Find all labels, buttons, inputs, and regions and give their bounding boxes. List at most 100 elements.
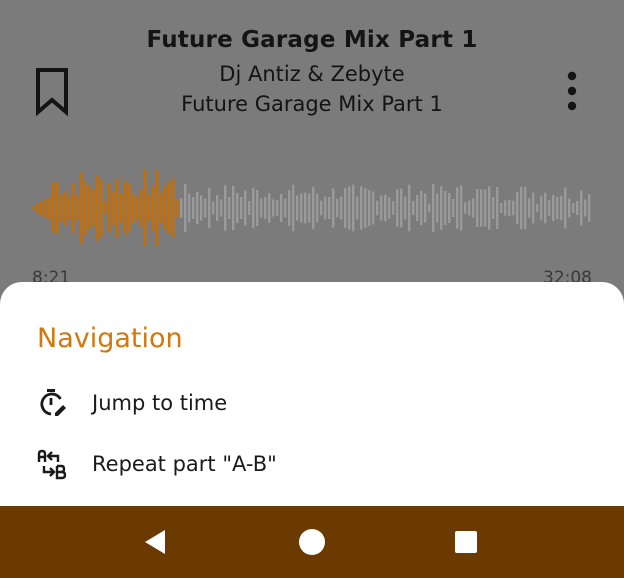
waveform-bar-unplayed — [416, 194, 419, 222]
waveform-bar-unplayed — [352, 184, 355, 232]
waveform-bar-unplayed — [284, 198, 287, 218]
waveform-bar-unplayed — [340, 196, 343, 220]
waveform-bar-unplayed — [368, 190, 371, 226]
timer-edit-icon — [36, 387, 68, 419]
waveform-bar-unplayed — [308, 193, 311, 223]
waveform-bar-unplayed — [260, 198, 263, 218]
waveform-bar-unplayed — [492, 197, 495, 219]
waveform-bar-unplayed — [280, 193, 283, 223]
waveform-bar-unplayed — [240, 196, 243, 220]
waveform-bar-unplayed — [496, 186, 499, 230]
waveform-bar-played — [32, 206, 35, 210]
waveform-seekbar[interactable] — [0, 160, 624, 260]
waveform-bar-unplayed — [424, 193, 427, 223]
waveform-bar-played — [112, 191, 115, 225]
waveform-bar-unplayed — [392, 201, 395, 215]
waveform-bar-unplayed — [328, 196, 331, 220]
waveform-bar-played — [76, 195, 79, 221]
waveform-bar-played — [84, 180, 87, 236]
waveform-bar-unplayed — [196, 191, 199, 225]
waveform-bar-unplayed — [428, 203, 431, 213]
waveform-bar-unplayed — [508, 199, 511, 217]
waveform-bar-unplayed — [204, 198, 207, 218]
waveform-bar-unplayed — [364, 188, 367, 228]
waveform-bar-unplayed — [300, 193, 303, 223]
home-button[interactable] — [294, 524, 330, 560]
waveform-bar-unplayed — [256, 189, 259, 227]
waveform-bar-played — [156, 170, 159, 246]
waveform-bar-unplayed — [420, 191, 423, 225]
more-vert-icon — [567, 71, 577, 111]
waveform-bar-unplayed — [584, 199, 587, 217]
waveform-bar-unplayed — [432, 184, 435, 232]
waveform-bar-played — [40, 201, 43, 215]
waveform-bar-played — [116, 178, 119, 238]
menu-item-jump-to-time[interactable]: Jump to time — [0, 375, 624, 431]
waveform-bar-unplayed — [544, 192, 547, 224]
waveform-bar-unplayed — [184, 184, 187, 232]
waveform-bar-played — [68, 196, 71, 220]
waveform-bar-unplayed — [244, 190, 247, 226]
waveform-bar-unplayed — [276, 200, 279, 216]
waveform-bar-played — [124, 181, 127, 235]
waveform-bar-played — [164, 185, 167, 231]
waveform-bar-unplayed — [216, 195, 219, 221]
waveform-bar-unplayed — [564, 187, 567, 229]
waveform-bar-unplayed — [396, 189, 399, 227]
waveform-bar-unplayed — [312, 186, 315, 230]
waveform-bar-unplayed — [188, 193, 191, 223]
waveform-bar-played — [120, 193, 123, 223]
waveform-bar-unplayed — [540, 196, 543, 220]
waveform-bar-unplayed — [264, 197, 267, 219]
waveform-bar-played — [104, 201, 107, 215]
track-title: Future Garage Mix Part 1 — [146, 27, 478, 53]
waveform-bar-unplayed — [484, 189, 487, 227]
waveform-bar-unplayed — [192, 197, 195, 219]
system-navigation-bar — [0, 506, 624, 578]
waveform-bar-unplayed — [532, 192, 535, 224]
waveform-bar-played — [100, 178, 103, 238]
waveform-bar-played — [176, 198, 179, 218]
waveform-bar-played — [144, 169, 147, 247]
waveform-bar-unplayed — [440, 186, 443, 230]
waveform-bar-played — [140, 189, 143, 227]
waveform-bar-played — [96, 175, 99, 241]
waveform-bar-unplayed — [460, 185, 463, 231]
waveform-bar-unplayed — [536, 204, 539, 212]
waveform-bar-played — [132, 192, 135, 224]
waveform-bar-unplayed — [220, 199, 223, 217]
waveform-bar-unplayed — [212, 201, 215, 215]
waveform-bar-unplayed — [224, 185, 227, 231]
waveform-bar-unplayed — [444, 191, 447, 225]
menu-item-label: Jump to time — [92, 391, 228, 415]
waveform-bar-unplayed — [380, 195, 383, 221]
menu-item-repeat-ab[interactable]: Repeat part "A-B" — [0, 436, 624, 492]
waveform-bar-played — [48, 197, 51, 219]
waveform-bar-unplayed — [500, 203, 503, 213]
waveform-bar-unplayed — [524, 186, 527, 230]
track-artist: Dj Antiz & Zebyte — [219, 62, 405, 86]
recents-button[interactable] — [448, 524, 484, 560]
ab-repeat-icon — [36, 448, 68, 480]
waveform-bar-unplayed — [336, 198, 339, 218]
waveform-bar-unplayed — [356, 196, 359, 220]
track-album: Future Garage Mix Part 1 — [181, 92, 443, 116]
waveform-bar-unplayed — [376, 200, 379, 216]
waveform-bar-unplayed — [552, 194, 555, 222]
waveform-bar-unplayed — [556, 197, 559, 219]
waveform-bar-played — [92, 189, 95, 227]
more-options-button[interactable] — [556, 70, 588, 112]
waveform-bar-unplayed — [360, 186, 363, 230]
home-circle-icon — [299, 529, 325, 555]
waveform-bar-unplayed — [372, 191, 375, 225]
waveform-bar-unplayed — [468, 200, 471, 216]
waveform-bar-unplayed — [200, 195, 203, 221]
waveform-bar-unplayed — [588, 194, 591, 222]
back-button[interactable] — [138, 524, 174, 560]
sheet-heading: Navigation — [37, 323, 183, 354]
waveform-bar-played — [108, 183, 111, 233]
waveform-bar-played — [168, 182, 171, 234]
waveform-bar-unplayed — [228, 196, 231, 220]
waveform-bar-unplayed — [344, 187, 347, 229]
waveform-bar-unplayed — [488, 186, 491, 230]
